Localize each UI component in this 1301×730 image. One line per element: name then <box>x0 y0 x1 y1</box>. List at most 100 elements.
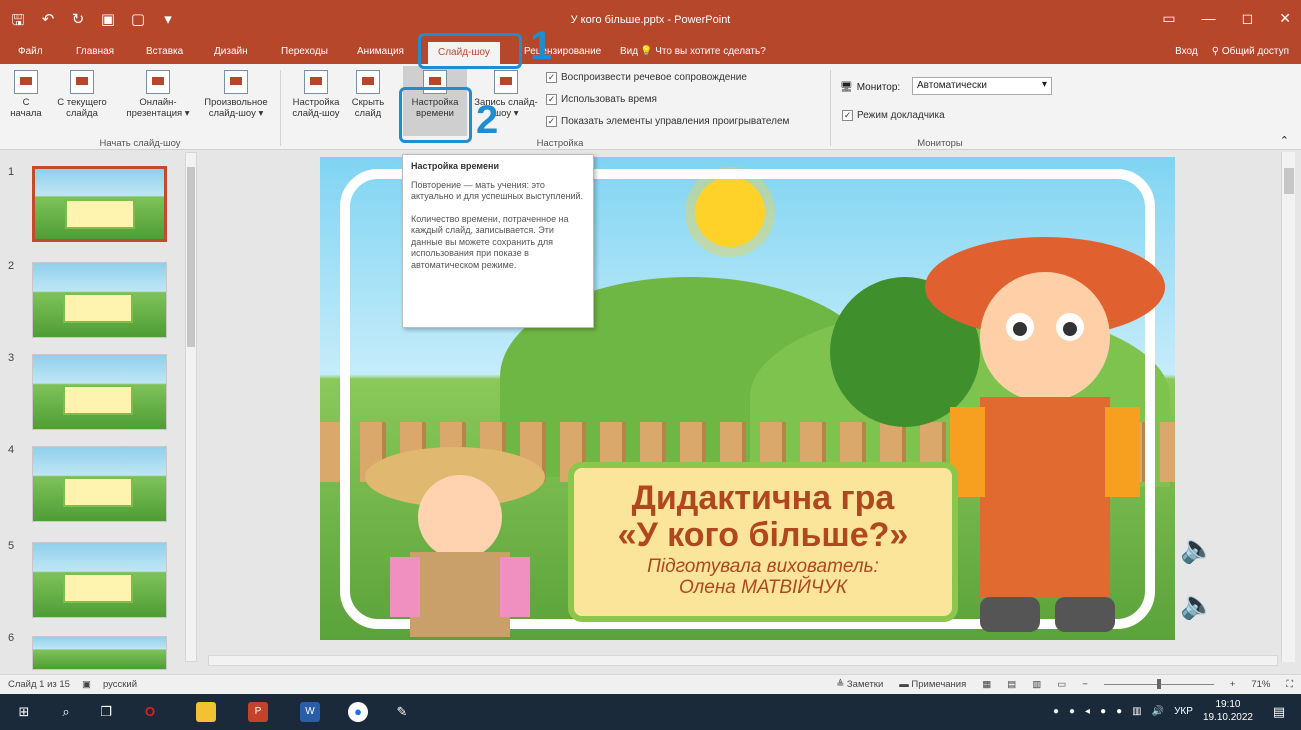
tray-app-icon[interactable]: ● <box>1069 706 1075 717</box>
file-explorer-icon[interactable] <box>196 702 216 722</box>
title-board[interactable]: Дидактична гра «У кого більше?» Підготув… <box>568 462 958 622</box>
reading-view-icon[interactable]: ▥ <box>1032 679 1041 690</box>
close-icon[interactable]: ✕ <box>1279 10 1291 27</box>
keyboard-language[interactable]: УКР <box>1174 706 1193 717</box>
monitor-select[interactable]: Автоматически <box>912 77 1052 95</box>
zoom-in-icon[interactable]: + <box>1230 679 1236 690</box>
thumb-number: 2 <box>8 260 15 272</box>
thumb-number: 5 <box>8 540 15 552</box>
from-current-slide-button[interactable]: С текущего слайда <box>50 70 114 119</box>
button-label: слайда <box>66 108 98 119</box>
comment-icon: ▬ <box>899 679 912 690</box>
app-icon[interactable]: ✎ <box>392 702 412 722</box>
slide-thumbnail[interactable] <box>32 446 167 522</box>
network-icon[interactable]: ▥ <box>1132 706 1141 717</box>
word-icon[interactable]: W <box>300 702 320 722</box>
slide-subtitle-line2: Олена МАТВІЙЧУК <box>678 577 848 598</box>
signin-link[interactable]: Вход <box>1175 40 1198 64</box>
tab-transitions[interactable]: Переходы <box>277 40 332 64</box>
slide-thumbnail[interactable] <box>32 542 167 618</box>
slide-thumbnail[interactable] <box>32 166 167 242</box>
callout-box-1 <box>418 33 522 69</box>
zoom-slider[interactable] <box>1103 679 1214 689</box>
checkbox-label: Воспроизвести речевое сопровождение <box>561 72 747 83</box>
slide-thumbnail[interactable] <box>32 262 167 338</box>
use-timings-checkbox[interactable]: ✓ Использовать время <box>546 94 657 105</box>
normal-view-icon[interactable]: ▦ <box>982 679 991 690</box>
online-presentation-button[interactable]: Онлайн- презентация ▾ <box>118 70 198 119</box>
language-indicator[interactable]: русский <box>103 679 137 690</box>
group-separator <box>830 70 831 146</box>
tab-design[interactable]: Дизайн <box>210 40 252 64</box>
windows-start-icon[interactable]: ⊞ <box>14 702 34 722</box>
scroll-thumb[interactable] <box>1284 168 1294 194</box>
slide-counter: Слайд 1 из 15 <box>8 679 70 690</box>
opera-icon[interactable]: O <box>140 702 160 722</box>
slide-vertical-scrollbar[interactable] <box>1281 152 1295 662</box>
speaker-icon[interactable]: 🔈 <box>1180 588 1215 621</box>
tab-file[interactable]: Файл <box>14 40 47 64</box>
ribbon-display-icon[interactable]: ▭ <box>1162 10 1175 27</box>
scroll-thumb[interactable] <box>187 167 195 347</box>
tab-home[interactable]: Главная <box>72 40 118 64</box>
minimize-icon[interactable]: — <box>1202 10 1216 27</box>
spellcheck-icon[interactable]: ▣ <box>82 679 91 690</box>
slide-thumbnail[interactable] <box>32 354 167 430</box>
group-label-monitors: Мониторы <box>917 138 963 149</box>
tooltip-title: Настройка времени <box>411 161 500 171</box>
tell-me-box[interactable]: 💡 Что вы хотите сделать? <box>640 40 766 64</box>
slide-horizontal-scrollbar[interactable] <box>208 655 1278 666</box>
hide-slide-button[interactable]: Скрыть слайд <box>346 70 390 119</box>
status-bar: Слайд 1 из 15 ▣ русский ≜ Заметки ▬ Прим… <box>0 674 1301 694</box>
button-label: презентация ▾ <box>126 108 190 119</box>
checkbox-checked-icon: ✓ <box>842 110 853 121</box>
search-icon[interactable]: ⌕ <box>56 702 76 722</box>
custom-slideshow-button[interactable]: Произвольное слайд-шоу ▾ <box>200 70 272 119</box>
tab-view[interactable]: Вид <box>616 40 642 64</box>
clock[interactable]: 19:10 19.10.2022 <box>1203 698 1253 724</box>
zoom-slider-knob[interactable] <box>1156 679 1161 689</box>
slide-thumbnails-pane: 1 2 3 4 5 6 <box>0 150 200 670</box>
slide-title-line2: «У кого більше?» <box>617 516 909 554</box>
fit-slide-icon[interactable]: ⛶ <box>1286 679 1293 690</box>
zoom-level[interactable]: 71% <box>1251 679 1270 690</box>
notes-button[interactable]: ≜ Заметки <box>836 679 883 690</box>
collapse-ribbon-icon[interactable]: ⌃ <box>1280 134 1289 147</box>
speaker-icon[interactable]: 🔈 <box>1180 532 1215 565</box>
powerpoint-icon[interactable]: P <box>248 702 268 722</box>
slideshow-view-icon[interactable]: ▭ <box>1057 679 1066 690</box>
thumb-number: 6 <box>8 632 15 644</box>
tray-app-icon[interactable]: ● <box>1053 706 1059 717</box>
notifications-icon[interactable]: ▤ <box>1269 702 1289 722</box>
checkbox-checked-icon: ✓ <box>546 116 557 127</box>
play-narrations-checkbox[interactable]: ✓ Воспроизвести речевое сопровождение <box>546 72 747 83</box>
setup-slideshow-button[interactable]: Настройка слайд-шоу <box>288 70 344 119</box>
tab-animations[interactable]: Анимация <box>353 40 408 64</box>
tray-app-icon[interactable]: ◂ <box>1085 706 1090 717</box>
tab-insert[interactable]: Вставка <box>142 40 187 64</box>
volume-icon[interactable]: 🔊 <box>1152 706 1164 717</box>
tray-app-icon[interactable]: ● <box>1100 706 1106 717</box>
presenter-view-checkbox[interactable]: ✓ Режим докладчика <box>842 110 945 121</box>
tray-app-icon[interactable]: ● <box>1116 706 1122 717</box>
share-label: Общий доступ <box>1221 46 1289 57</box>
notes-icon: ≜ <box>836 679 847 690</box>
online-present-icon <box>146 70 170 94</box>
thumbnails-scrollbar[interactable] <box>185 152 197 662</box>
chrome-icon[interactable]: ● <box>348 702 368 722</box>
task-view-icon[interactable]: ❐ <box>96 702 116 722</box>
show-media-controls-checkbox[interactable]: ✓ Показать элементы управления проигрыва… <box>546 116 789 127</box>
button-label: слайд-шоу <box>292 108 340 119</box>
maximize-icon[interactable]: ◻ <box>1242 10 1254 27</box>
slide-sorter-icon[interactable]: ▤ <box>1007 679 1016 690</box>
group-separator <box>280 70 281 146</box>
button-label: слайд-шоу ▾ <box>208 108 264 119</box>
from-beginning-button[interactable]: С начала <box>6 70 46 119</box>
notes-label: Заметки <box>846 679 884 690</box>
share-button[interactable]: ⚲ Общий доступ <box>1212 40 1289 64</box>
button-label: Настройка <box>292 97 340 108</box>
comments-button[interactable]: ▬ Примечания <box>899 679 966 690</box>
zoom-out-icon[interactable]: − <box>1082 679 1088 690</box>
button-label: Онлайн- <box>139 97 177 108</box>
slide-thumbnail[interactable] <box>32 636 167 670</box>
